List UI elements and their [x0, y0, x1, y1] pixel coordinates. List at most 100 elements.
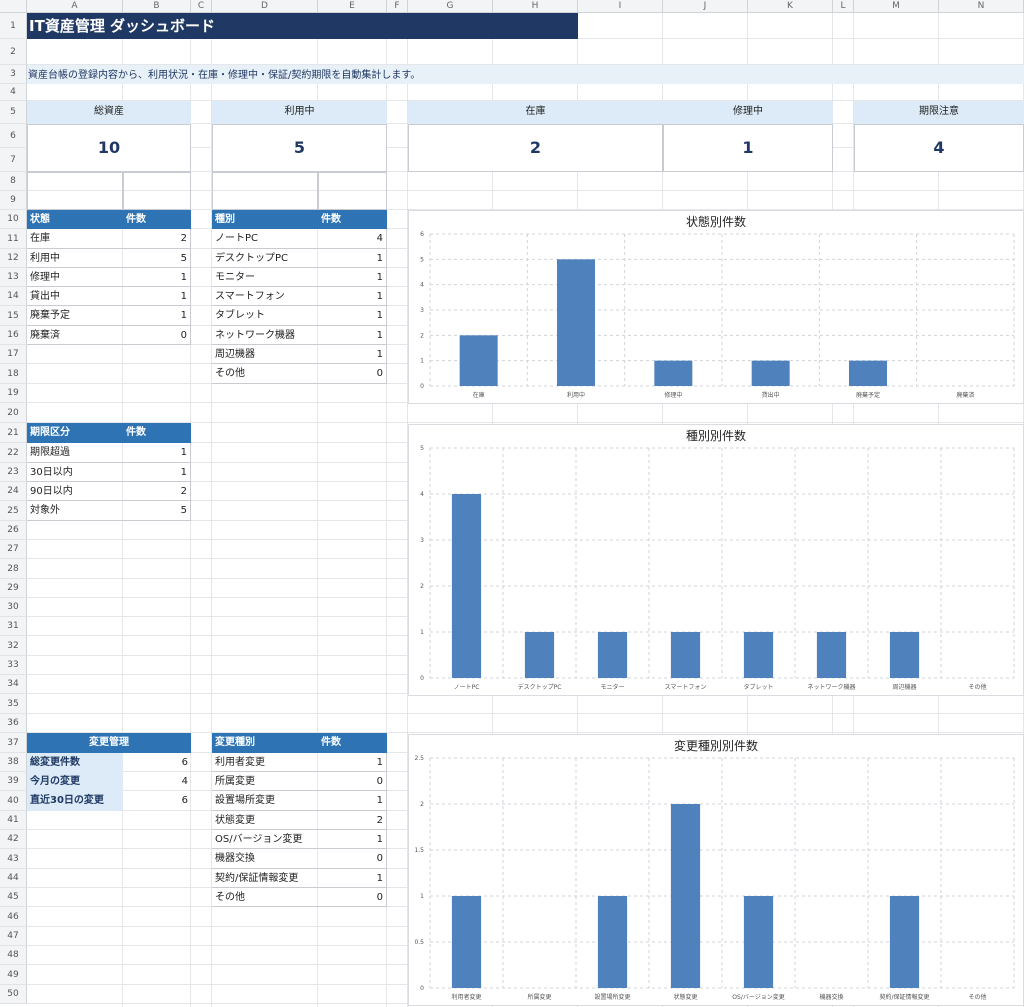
- period-table-row-count: 1: [123, 443, 191, 463]
- row-header[interactable]: 41: [0, 811, 27, 830]
- type-table-row-count: 0: [318, 364, 387, 384]
- row-header[interactable]: 21: [0, 423, 27, 443]
- row-header[interactable]: 33: [0, 656, 27, 675]
- row-header[interactable]: 28: [0, 559, 27, 579]
- column-header[interactable]: D: [212, 0, 318, 13]
- column-header[interactable]: H: [493, 0, 578, 13]
- period-table-row-count: 2: [123, 482, 191, 501]
- x-tick-label: その他: [968, 683, 986, 691]
- row-header[interactable]: 23: [0, 463, 27, 482]
- empty-cell-box: [123, 172, 191, 210]
- chart-3[interactable]: 変更種別別件数 0 0.5 1 1.5 2 2.5 利用者変更 所属変更 設置場所変更 状態変更 OS…: [408, 734, 1024, 1006]
- change-type-table-row-count: 1: [318, 869, 387, 888]
- row-header[interactable]: 6: [0, 124, 27, 148]
- row-header[interactable]: 47: [0, 927, 27, 946]
- row-header[interactable]: 8: [0, 172, 27, 191]
- row-header[interactable]: 40: [0, 791, 27, 811]
- row-header[interactable]: 30: [0, 598, 27, 617]
- row-header[interactable]: 24: [0, 482, 27, 501]
- row-header[interactable]: 29: [0, 579, 27, 598]
- column-header[interactable]: J: [663, 0, 748, 13]
- row-header[interactable]: 44: [0, 869, 27, 888]
- row-header[interactable]: 2: [0, 39, 27, 65]
- column-header[interactable]: F: [387, 0, 408, 13]
- row-header[interactable]: 46: [0, 907, 27, 927]
- kpi-value: 5: [212, 124, 387, 172]
- period-table-row-label: 期限超過: [27, 443, 123, 463]
- select-all-corner[interactable]: [0, 0, 27, 13]
- status-table-row-count: 0: [123, 326, 191, 345]
- row-header[interactable]: 38: [0, 753, 27, 772]
- kpi-value: 4: [854, 124, 1024, 172]
- column-header[interactable]: A: [27, 0, 123, 13]
- row-header[interactable]: 22: [0, 443, 27, 463]
- row-header[interactable]: 26: [0, 521, 27, 540]
- column-header[interactable]: L: [833, 0, 854, 13]
- type-table-row-label: デスクトップPC: [212, 249, 318, 268]
- x-tick-label: 利用中: [567, 391, 585, 399]
- row-header[interactable]: 5: [0, 101, 27, 124]
- column-header[interactable]: K: [748, 0, 833, 13]
- row-header[interactable]: 15: [0, 306, 27, 326]
- row-header[interactable]: 1: [0, 13, 27, 39]
- y-tick-label: 2: [420, 332, 424, 339]
- row-header[interactable]: 42: [0, 830, 27, 849]
- row-header[interactable]: 25: [0, 501, 27, 521]
- row-header[interactable]: 10: [0, 210, 27, 229]
- row-header[interactable]: 19: [0, 384, 27, 403]
- x-tick-label: 貸出中: [762, 391, 780, 399]
- row-header[interactable]: 17: [0, 345, 27, 364]
- chart-2[interactable]: 種別別件数 0 1 2 3 4 5 ノートPC デスクトップPC モニター スマートフォン タブレット…: [408, 424, 1024, 696]
- row-header[interactable]: 35: [0, 694, 27, 714]
- chart-bar: [451, 494, 482, 678]
- row-header[interactable]: 12: [0, 249, 27, 268]
- chart-bar: [751, 360, 790, 386]
- chart-1[interactable]: 状態別件数 0 1 2 3 4 5 6 在庫 利用中 修理中 貸出中 廃棄予定 廃棄済: [408, 210, 1024, 404]
- column-header[interactable]: N: [939, 0, 1024, 13]
- period-table-row-label: 90日以内: [27, 482, 123, 501]
- row-header[interactable]: 4: [0, 84, 27, 101]
- type-table-header: 種別: [212, 210, 318, 229]
- row-header[interactable]: 31: [0, 617, 27, 636]
- column-header[interactable]: B: [123, 0, 191, 13]
- row-header[interactable]: 27: [0, 540, 27, 559]
- row-header[interactable]: 50: [0, 985, 27, 1004]
- x-tick-label: 機器交換: [819, 993, 843, 1001]
- column-header[interactable]: M: [854, 0, 939, 13]
- row-header[interactable]: 14: [0, 287, 27, 306]
- description-text: 資産台帳の登録内容から、利用状況・在庫・修理中・保証/契約期限を自動集計します。: [28, 70, 421, 81]
- row-header[interactable]: 49: [0, 965, 27, 985]
- type-table-count-header: 件数: [318, 210, 387, 229]
- chart-title: 種別別件数: [686, 428, 746, 443]
- chart-title: 変更種別別件数: [674, 738, 758, 753]
- row-header[interactable]: 32: [0, 636, 27, 656]
- row-header[interactable]: 11: [0, 229, 27, 249]
- status-table-row-label: 貸出中: [27, 287, 123, 306]
- type-table-row-label: モニター: [212, 268, 318, 287]
- row-header[interactable]: 43: [0, 849, 27, 869]
- change-type-table-row-label: 機器交換: [212, 849, 318, 869]
- column-header[interactable]: C: [191, 0, 212, 13]
- row-header[interactable]: 45: [0, 888, 27, 907]
- row-header[interactable]: 37: [0, 733, 27, 753]
- chart-bar: [451, 896, 482, 988]
- change-type-table-row-count: 0: [318, 849, 387, 869]
- row-header[interactable]: 18: [0, 364, 27, 384]
- status-table-row-count: 2: [123, 229, 191, 249]
- row-header[interactable]: 36: [0, 714, 27, 733]
- row-header[interactable]: 7: [0, 148, 27, 172]
- row-header[interactable]: 34: [0, 675, 27, 694]
- row-header[interactable]: 48: [0, 946, 27, 965]
- column-header[interactable]: E: [318, 0, 387, 13]
- row-header[interactable]: 39: [0, 772, 27, 791]
- x-tick-label: 設置場所変更: [594, 993, 630, 1001]
- column-header[interactable]: I: [578, 0, 663, 13]
- column-header[interactable]: G: [408, 0, 493, 13]
- row-header[interactable]: 3: [0, 65, 27, 84]
- row-header[interactable]: 20: [0, 403, 27, 423]
- row-header[interactable]: 9: [0, 191, 27, 210]
- y-tick-label: 1.5: [414, 847, 424, 854]
- chart-title: 状態別件数: [686, 214, 746, 229]
- row-header[interactable]: 16: [0, 326, 27, 345]
- row-header[interactable]: 13: [0, 268, 27, 287]
